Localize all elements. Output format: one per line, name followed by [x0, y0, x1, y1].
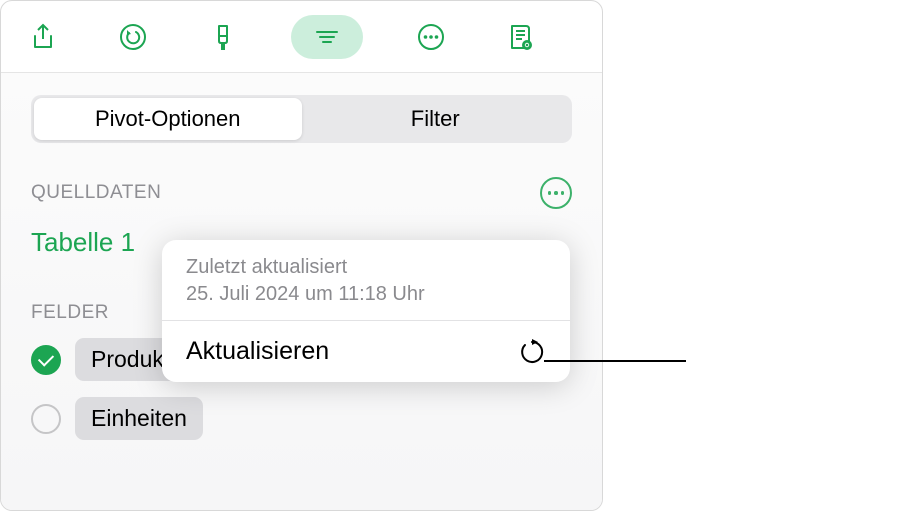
activity-button[interactable]	[499, 15, 543, 59]
tab-pivot-options[interactable]: Pivot-Optionen	[34, 98, 302, 140]
filter-list-button[interactable]	[291, 15, 363, 59]
popover-last-updated: Zuletzt aktualisiert 25. Juli 2024 um 11…	[162, 240, 570, 321]
dot-icon	[554, 191, 558, 195]
refresh-label: Aktualisieren	[186, 337, 329, 366]
checkbox-unchecked-icon[interactable]	[31, 404, 61, 434]
source-data-more-button[interactable]	[540, 177, 572, 209]
share-button[interactable]	[21, 15, 65, 59]
refresh-icon	[518, 338, 546, 366]
more-button[interactable]	[409, 15, 453, 59]
share-icon	[28, 22, 58, 52]
format-button[interactable]	[201, 15, 245, 59]
top-toolbar	[1, 1, 602, 73]
last-updated-label: Zuletzt aktualisiert	[186, 254, 546, 281]
refresh-popover: Zuletzt aktualisiert 25. Juli 2024 um 11…	[162, 240, 570, 382]
segment-control: Pivot-Optionen Filter	[31, 95, 572, 143]
last-updated-timestamp: 25. Juli 2024 um 11:18 Uhr	[186, 281, 546, 308]
tab-filter[interactable]: Filter	[302, 98, 570, 140]
activity-icon	[506, 22, 536, 52]
field-pill[interactable]: Einheiten	[75, 397, 203, 440]
refresh-row[interactable]: Aktualisieren	[162, 321, 570, 382]
checkbox-checked-icon[interactable]	[31, 345, 61, 375]
field-row-einheiten[interactable]: Einheiten	[31, 397, 572, 440]
undo-button[interactable]	[111, 15, 155, 59]
more-ellipsis-icon	[416, 22, 446, 52]
undo-icon	[118, 22, 148, 52]
filter-lines-icon	[312, 22, 342, 52]
source-data-header: QUELLDATEN	[31, 182, 161, 204]
dot-icon	[561, 191, 565, 195]
brush-icon	[208, 22, 238, 52]
dot-icon	[548, 191, 552, 195]
callout-line	[544, 360, 686, 362]
